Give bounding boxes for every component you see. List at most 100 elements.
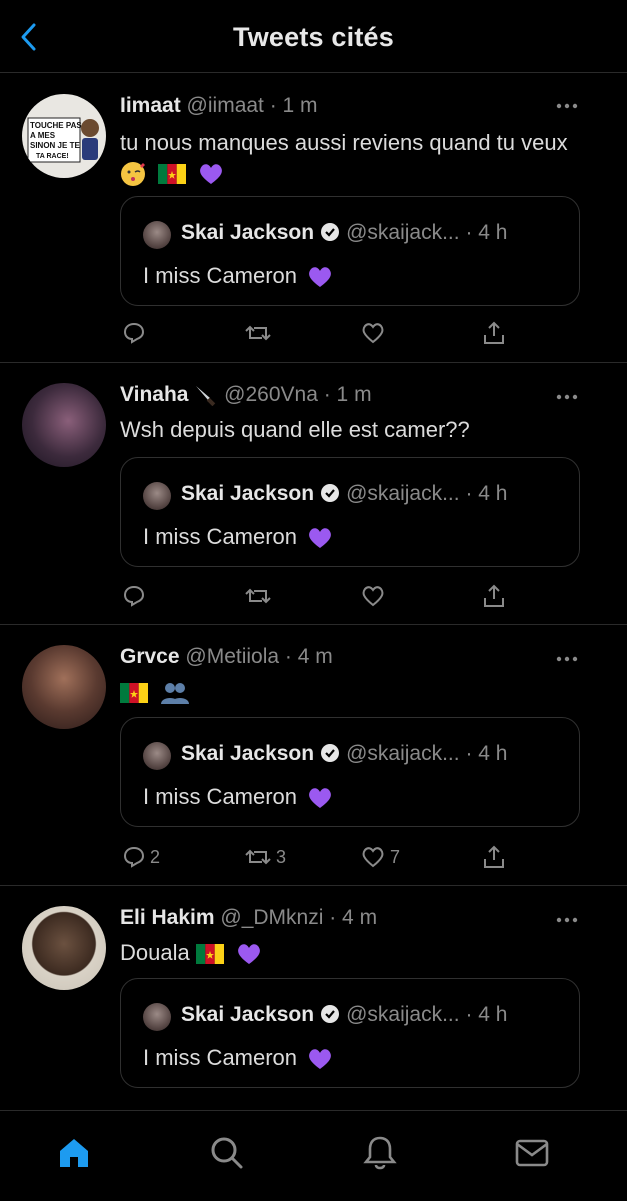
display-name[interactable]: Vinaha: [120, 383, 188, 406]
purple-heart-icon: [200, 164, 223, 185]
bottom-tab-bar: [0, 1110, 627, 1201]
tweet-text-content: Douala: [120, 940, 190, 965]
display-name[interactable]: Iimaat: [120, 94, 181, 117]
quoted-tweet[interactable]: Skai Jackson @skaijack... · 4 h I miss Ca…: [120, 457, 580, 567]
verified-badge-icon: [321, 223, 340, 241]
handle-time: @iimaat · 1 m: [186, 94, 318, 117]
svg-text:A MES: A MES: [30, 131, 56, 140]
tweet-text: Wsh depuis quand elle est camer??: [120, 417, 470, 442]
more-options-icon[interactable]: [555, 655, 579, 663]
quoted-meta: Skai Jackson @skaijack... · 4 h: [181, 742, 507, 766]
tweet-item[interactable]: Eli Hakim @_DMknzi · 4 m Douala Skai Jac…: [0, 886, 627, 1116]
quoted-text: I miss Cameron: [143, 524, 333, 550]
retweet-icon: [245, 325, 271, 341]
quoted-text-content: I miss Cameron: [143, 263, 298, 288]
heart-outline-icon: [362, 323, 384, 344]
tweet-meta: Iimaat @iimaat · 1 m: [120, 94, 318, 118]
more-options-icon[interactable]: [555, 102, 579, 110]
avatar-meme-image: TOUCHE PAS A MES SINON JE TE TA RACE!: [27, 117, 99, 163]
couple-silhouette-icon: [161, 683, 190, 705]
retweet-icon: [245, 849, 271, 865]
share-button[interactable]: [482, 581, 506, 611]
tweet-meta: Eli Hakim @_DMknzi · 4 m: [120, 906, 377, 930]
retweet-icon: [245, 588, 271, 604]
quoted-time: · 4 h: [465, 221, 508, 244]
quoted-text-content: I miss Cameron: [143, 524, 298, 549]
more-options-icon[interactable]: [555, 916, 579, 924]
avatar[interactable]: [22, 645, 106, 729]
tweet-actions: [120, 318, 510, 348]
purple-heart-icon: [238, 944, 260, 965]
verified-badge-icon: [321, 484, 340, 502]
like-button[interactable]: 7: [360, 842, 400, 872]
reply-icon: [123, 585, 145, 607]
handle-time: @260Vna · 1 m: [224, 383, 372, 406]
tweet-item[interactable]: Grvce @Metiiola · 4 m Skai Jackson @skaij…: [0, 625, 627, 886]
knife-icon: [196, 386, 216, 407]
tweet-actions: [120, 581, 510, 611]
tweet-meta: Grvce @Metiiola · 4 m: [120, 645, 333, 669]
tweet-text: [120, 677, 580, 707]
quoted-avatar: [143, 742, 171, 770]
quoted-text: I miss Cameron: [143, 1045, 333, 1071]
more-options-icon[interactable]: [555, 393, 579, 401]
like-button[interactable]: [360, 581, 390, 611]
quoted-text: I miss Cameron: [143, 784, 333, 810]
avatar[interactable]: [22, 383, 106, 467]
tweet-meta: Vinaha @260Vna · 1 m: [120, 383, 372, 407]
cameroon-flag-icon: [120, 683, 148, 704]
quoted-tweet[interactable]: Skai Jackson @skaijack... · 4 h I miss Ca…: [120, 717, 580, 827]
page-title: Tweets cités: [233, 22, 394, 52]
like-count: 7: [390, 846, 401, 867]
purple-heart-icon: [309, 1049, 332, 1070]
display-name[interactable]: Grvce: [120, 645, 180, 668]
handle-time: @Metiiola · 4 m: [185, 645, 333, 668]
verified-badge-icon: [321, 1005, 340, 1023]
like-button[interactable]: [360, 318, 390, 348]
svg-text:TA RACE!: TA RACE!: [36, 153, 69, 160]
tweet-item[interactable]: TOUCHE PAS A MES SINON JE TE TA RACE! Ii…: [0, 72, 627, 363]
quoted-text-content: I miss Cameron: [143, 784, 298, 809]
purple-heart-icon: [309, 788, 332, 809]
avatar[interactable]: [22, 906, 106, 990]
display-name[interactable]: Eli Hakim: [120, 906, 215, 929]
quoted-display-name: Skai Jackson: [181, 221, 315, 244]
avatar[interactable]: TOUCHE PAS A MES SINON JE TE TA RACE!: [22, 94, 106, 178]
quoted-avatar: [143, 482, 171, 510]
home-icon[interactable]: [54, 1133, 94, 1173]
kiss-emoji-icon: [121, 162, 145, 187]
quoted-handle: @skaijack...: [346, 221, 460, 244]
quoted-handle: @skaijack...: [346, 742, 460, 765]
retweet-button[interactable]: 3: [244, 842, 286, 872]
mail-icon[interactable]: [512, 1133, 552, 1173]
header: Tweets cités: [0, 0, 627, 73]
share-button[interactable]: [482, 318, 506, 348]
quoted-tweet[interactable]: Skai Jackson @skaijack... · 4 h I miss Ca…: [120, 196, 580, 306]
share-icon: [484, 845, 504, 868]
quoted-display-name: Skai Jackson: [181, 742, 315, 765]
retweet-button[interactable]: [244, 318, 276, 348]
cameroon-flag-icon: [158, 164, 187, 185]
quoted-meta: Skai Jackson @skaijack... · 4 h: [181, 1003, 507, 1027]
share-icon: [484, 584, 504, 607]
reply-button[interactable]: [122, 581, 150, 611]
reply-button[interactable]: 2: [122, 842, 160, 872]
tweet-text-content: tu nous manques aussi reviens quand tu v…: [120, 130, 568, 155]
tweet-text: Douala: [120, 938, 580, 968]
retweet-count: 3: [276, 846, 287, 867]
reply-icon: [123, 846, 145, 868]
heart-outline-icon: [362, 847, 384, 868]
retweet-button[interactable]: [244, 581, 276, 611]
search-icon[interactable]: [207, 1133, 247, 1173]
bell-icon[interactable]: [360, 1133, 400, 1173]
share-button[interactable]: [482, 842, 506, 872]
reply-button[interactable]: [122, 318, 150, 348]
purple-heart-icon: [309, 528, 332, 549]
share-icon: [484, 321, 504, 344]
handle-time: @_DMknzi · 4 m: [220, 906, 378, 929]
quoted-display-name: Skai Jackson: [181, 482, 315, 505]
quoted-tweet[interactable]: Skai Jackson @skaijack... · 4 h I miss Ca…: [120, 978, 580, 1088]
quoted-time: · 4 h: [465, 482, 508, 505]
reply-icon: [123, 322, 145, 344]
tweet-item[interactable]: Vinaha @260Vna · 1 m Wsh depuis quand el…: [0, 363, 627, 625]
